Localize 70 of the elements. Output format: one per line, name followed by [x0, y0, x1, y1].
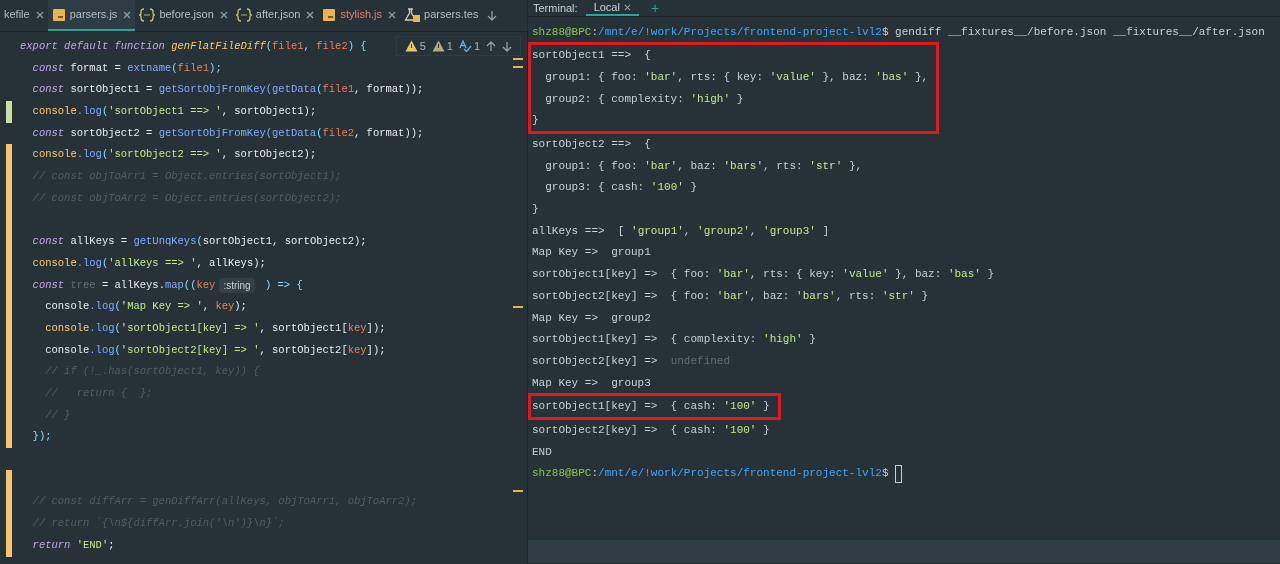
add-tab-button[interactable]: + — [646, 0, 664, 16]
code-line: const allKeys = getUnqKeys(sortObject1, sortObject2); — [31, 234, 367, 250]
arrow-up-icon[interactable] — [486, 40, 496, 52]
close-icon[interactable] — [35, 10, 44, 19]
terminal-line: Map Key => group2 — [532, 310, 651, 326]
terminal-line: sortObject2[key] => undefined — [532, 353, 731, 369]
js-file-icon — [322, 7, 337, 22]
warning-icon — [431, 40, 445, 52]
scroll-marker — [513, 66, 523, 68]
close-icon[interactable] — [219, 10, 228, 19]
code-line: // } — [44, 407, 71, 423]
code-line: export default function genFlatFileDiff(file1, file2) { — [20, 38, 367, 54]
arrow-down-icon[interactable] — [502, 40, 512, 52]
terminal-line: shz88@BPC:/mnt/e/!work/Projects/frontend-project-lvl2$ — [532, 466, 890, 482]
file-tab[interactable]: parsers.js — [47, 0, 136, 31]
code-line: console.log('sortObject1[key] => ', sortObject1[key]); — [44, 320, 386, 336]
terminal-line: END — [532, 444, 552, 460]
inspection-count: 5 — [419, 38, 426, 54]
terminal-line: group3: { cash: '100' } — [544, 180, 698, 196]
scroll-marker — [513, 490, 523, 492]
file-tab[interactable]: before.json — [135, 0, 232, 31]
close-icon[interactable] — [623, 3, 631, 11]
terminal-line: sortObject1[key] => { cash: '100' } — [532, 399, 770, 415]
flask-file-icon — [404, 7, 420, 22]
code-line: const sortObject1 = getSortObjFromKey(getData(file1, format)); — [31, 82, 424, 98]
code-line: console.log('sortObject1 ==> ', sortObject1); — [31, 104, 317, 120]
terminal-line: sortObject1[key] => { complexity: 'high' } — [532, 332, 816, 348]
terminal-line: sortObject2 ==> { — [532, 137, 651, 153]
close-icon[interactable] — [388, 10, 396, 19]
inspection-widget[interactable]: 5 1 1 — [395, 36, 521, 56]
json-file-icon — [235, 7, 252, 22]
terminal-line: Map Key => group1 — [532, 245, 651, 261]
js-file-icon — [51, 7, 66, 22]
code-line: console.log('sortObject2 ==> ', sortObject2); — [31, 147, 317, 163]
terminal-line: sortObject2[key] => { cash: '100' } — [532, 422, 770, 438]
terminal-tab[interactable]: Local — [585, 0, 639, 16]
terminal-line: group1: { foo: 'bar', baz: 'bars', rts: 'str' }, — [544, 158, 863, 174]
code-line: }); — [31, 429, 52, 445]
terminal-line: sortObject1 ==> { — [532, 48, 651, 64]
terminal-line: sortObject1[key] => { foo: 'bar', rts: { key: 'value' }, baz: 'bas' } — [532, 267, 995, 283]
code-line: console.log('Map Key => ', key); — [44, 299, 247, 315]
terminal-line: Map Key => group3 — [532, 375, 651, 391]
scroll-marker — [513, 58, 523, 60]
code-line: console.log('allKeys ==> ', allKeys); — [31, 255, 266, 271]
terminal-line: allKeys ==> [ 'group1', 'group2', 'group3' ] — [532, 223, 830, 239]
file-tab[interactable]: parsers.tes — [400, 0, 483, 31]
close-icon[interactable] — [123, 10, 132, 19]
inspection-count: 1 — [446, 38, 453, 54]
terminal-line: group1: { foo: 'bar', rts: { key: 'value' }, baz: 'bas' }, — [544, 69, 929, 85]
code-line: const sortObject2 = getSortObjFromKey(getData(file2, format)); — [31, 125, 424, 141]
spellcheck-icon — [458, 40, 472, 52]
code-line: return 'END'; — [31, 537, 115, 553]
file-tab[interactable]: kefile — [0, 0, 48, 31]
terminal-line: } — [532, 113, 539, 129]
terminal-line: shz88@BPC:/mnt/e/!work/Projects/frontend-project-lvl2$ gendiff __fixtures__/before.json __fixtures__/after.json — [532, 24, 1265, 40]
terminal-line: } — [532, 202, 539, 218]
scroll-marker — [513, 306, 523, 308]
json-file-icon — [139, 7, 156, 22]
file-tab[interactable]: stylish.js — [318, 0, 400, 31]
code-line: const tree = allKeys.map((key :string ) => { — [31, 277, 303, 294]
terminal-line: group2: { complexity: 'high' } — [544, 91, 744, 107]
terminal-line: sortObject2[key] => { foo: 'bar', baz: 'bars', rts: 'str' } — [532, 288, 929, 304]
warning-icon — [404, 40, 418, 52]
terminal-label: Terminal: — [533, 0, 578, 16]
code-line: const format = extname(file1); — [31, 60, 222, 76]
close-icon[interactable] — [306, 10, 315, 19]
arrow-down-icon[interactable] — [486, 9, 499, 22]
code-line: console.log('sortObject2[key] => ', sortObject2[key]); — [44, 342, 386, 358]
inspection-count: 1 — [473, 38, 480, 54]
file-tab[interactable]: after.json — [231, 0, 319, 31]
